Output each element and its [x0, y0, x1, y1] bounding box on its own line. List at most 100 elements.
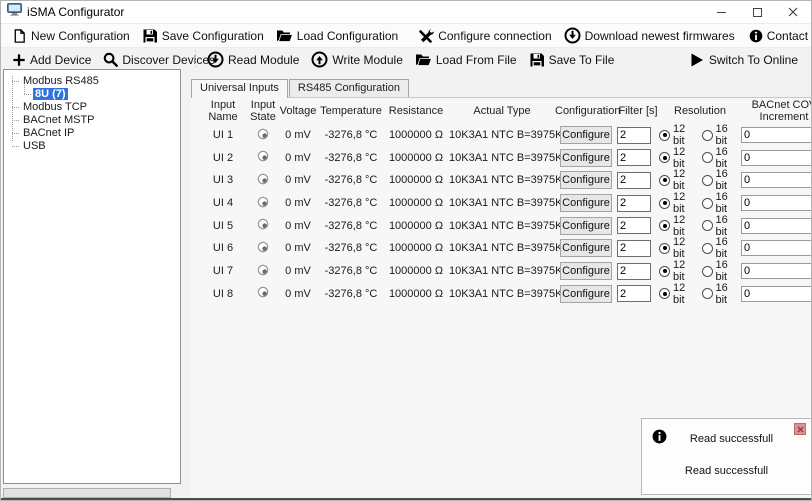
- tree-item[interactable]: USB: [4, 140, 180, 153]
- resolution-16bit-radio[interactable]: [702, 266, 713, 277]
- download-firmwares-button[interactable]: Download newest firmwares: [559, 25, 740, 46]
- input-state-cell: [249, 128, 277, 143]
- tree-item-label[interactable]: USB: [21, 140, 48, 152]
- filter-input[interactable]: [617, 263, 651, 280]
- bacnet-cov-input[interactable]: [741, 127, 812, 143]
- configuration-cell: Configure: [555, 262, 617, 280]
- resolution-12bit-radio[interactable]: [659, 243, 670, 254]
- voltage-value: 0 mV: [277, 242, 319, 254]
- save-configuration-button[interactable]: Save Configuration: [137, 26, 269, 46]
- bacnet-cov-input[interactable]: [741, 263, 812, 279]
- minimize-button[interactable]: [703, 1, 739, 23]
- save-to-file-button[interactable]: Save To File: [524, 50, 620, 70]
- input-state-icon: [257, 218, 269, 230]
- actual-type-value: 10K3A1 NTC B=3975K: [449, 152, 555, 164]
- resolution-12bit-radio[interactable]: [659, 266, 670, 277]
- table-row: UI 1 0 mV -3276,8 °C 1000000 Ω 10K3A1 NT…: [191, 123, 812, 146]
- bacnet-cov-input[interactable]: [741, 150, 812, 166]
- add-device-button[interactable]: Add Device: [7, 51, 96, 69]
- configure-button[interactable]: Configure: [560, 217, 612, 235]
- configuration-cell: Configure: [555, 217, 617, 235]
- tree-item[interactable]: 8U (7): [4, 88, 180, 101]
- resolution-12bit-label: 12 bit: [673, 123, 694, 147]
- resolution-12bit-radio[interactable]: [659, 288, 670, 299]
- configure-button[interactable]: Configure: [560, 285, 612, 303]
- tree-item-label[interactable]: Modbus TCP: [21, 101, 89, 113]
- load-from-file-button[interactable]: Load From File: [410, 50, 522, 69]
- configure-connection-button[interactable]: Configure connection: [413, 26, 556, 46]
- notification-message: Read successfull: [642, 465, 811, 477]
- table-row: UI 7 0 mV -3276,8 °C 1000000 Ω 10K3A1 NT…: [191, 259, 812, 282]
- new-configuration-button[interactable]: New Configuration: [7, 26, 135, 46]
- resolution-12bit-radio[interactable]: [659, 130, 670, 141]
- filter-input[interactable]: [617, 172, 651, 189]
- resolution-12bit-radio[interactable]: [659, 198, 670, 209]
- filter-cell: [617, 149, 659, 166]
- bacnet-cov-input[interactable]: [741, 240, 812, 256]
- configure-button[interactable]: Configure: [560, 262, 612, 280]
- toolbar-grip: [193, 51, 198, 69]
- resolution-12bit-radio[interactable]: [659, 220, 670, 231]
- configure-button[interactable]: Configure: [560, 126, 612, 144]
- filter-input[interactable]: [617, 217, 651, 234]
- resolution-cell: 12 bit 16 bit: [659, 214, 741, 238]
- column-header: Filter [s]: [617, 105, 659, 117]
- save-configuration-label: Save Configuration: [162, 29, 264, 43]
- column-header: Voltage: [277, 105, 319, 117]
- table-row: UI 6 0 mV -3276,8 °C 1000000 Ω 10K3A1 NT…: [191, 236, 812, 259]
- bacnet-cov-input[interactable]: [741, 218, 812, 234]
- resistance-value: 1000000 Ω: [383, 152, 449, 164]
- resolution-16bit-radio[interactable]: [702, 152, 713, 163]
- bacnet-cov-input[interactable]: [741, 195, 812, 211]
- write-module-button[interactable]: Write Module: [306, 49, 407, 70]
- filter-input[interactable]: [617, 285, 651, 302]
- configure-button[interactable]: Configure: [560, 149, 612, 167]
- resolution-16bit-radio[interactable]: [702, 243, 713, 254]
- bacnet-cov-input[interactable]: [741, 286, 812, 302]
- resolution-12bit-radio[interactable]: [659, 152, 670, 163]
- tree-item-label[interactable]: Modbus RS485: [21, 75, 101, 87]
- resolution-16bit-radio[interactable]: [702, 130, 713, 141]
- resolution-16bit-radio[interactable]: [702, 198, 713, 209]
- close-button[interactable]: [775, 1, 811, 23]
- configuration-cell: Configure: [555, 239, 617, 257]
- tree-item-label[interactable]: BACnet MSTP: [21, 114, 97, 126]
- notification-close-button[interactable]: [794, 423, 806, 435]
- resolution-12bit-radio[interactable]: [659, 175, 670, 186]
- filter-input[interactable]: [617, 149, 651, 166]
- save-icon: [529, 52, 545, 68]
- tab-rs485-configuration[interactable]: RS485 Configuration: [289, 79, 409, 97]
- resolution-cell: 12 bit 16 bit: [659, 191, 741, 215]
- tree-item[interactable]: Modbus RS485: [4, 75, 180, 88]
- resolution-cell: 12 bit 16 bit: [659, 168, 741, 192]
- new-configuration-label: New Configuration: [31, 29, 130, 43]
- configuration-cell: Configure: [555, 171, 617, 189]
- resistance-value: 1000000 Ω: [383, 265, 449, 277]
- minimize-icon: [717, 12, 726, 13]
- configure-button[interactable]: Configure: [560, 171, 612, 189]
- switch-to-online-button[interactable]: Switch To Online: [684, 50, 803, 70]
- maximize-button[interactable]: [739, 1, 775, 23]
- load-configuration-button[interactable]: Load Configuration: [271, 26, 403, 45]
- table-row: UI 2 0 mV -3276,8 °C 1000000 Ω 10K3A1 NT…: [191, 146, 812, 169]
- resolution-16bit-radio[interactable]: [702, 288, 713, 299]
- tree-item[interactable]: BACnet MSTP: [4, 114, 180, 127]
- resolution-12bit-label: 12 bit: [673, 214, 694, 238]
- actual-type-value: 10K3A1 NTC B=3975K: [449, 197, 555, 209]
- tree-item[interactable]: BACnet IP: [4, 127, 180, 140]
- bacnet-cov-input[interactable]: [741, 172, 812, 188]
- configure-button[interactable]: Configure: [560, 194, 612, 212]
- filter-input[interactable]: [617, 127, 651, 144]
- tree-item-label[interactable]: 8U (7): [33, 88, 68, 100]
- tab-universal-inputs[interactable]: Universal Inputs: [191, 79, 288, 98]
- resolution-16bit-radio[interactable]: [702, 220, 713, 231]
- contact-button[interactable]: Contact: [744, 27, 812, 45]
- tree-item[interactable]: Modbus TCP: [4, 101, 180, 114]
- resolution-16bit-radio[interactable]: [702, 175, 713, 186]
- filter-input[interactable]: [617, 195, 651, 212]
- read-module-button[interactable]: Read Module: [202, 49, 304, 70]
- filter-input[interactable]: [617, 240, 651, 257]
- tree-item-label[interactable]: BACnet IP: [21, 127, 76, 139]
- download-circle-icon: [207, 51, 224, 68]
- configure-button[interactable]: Configure: [560, 239, 612, 257]
